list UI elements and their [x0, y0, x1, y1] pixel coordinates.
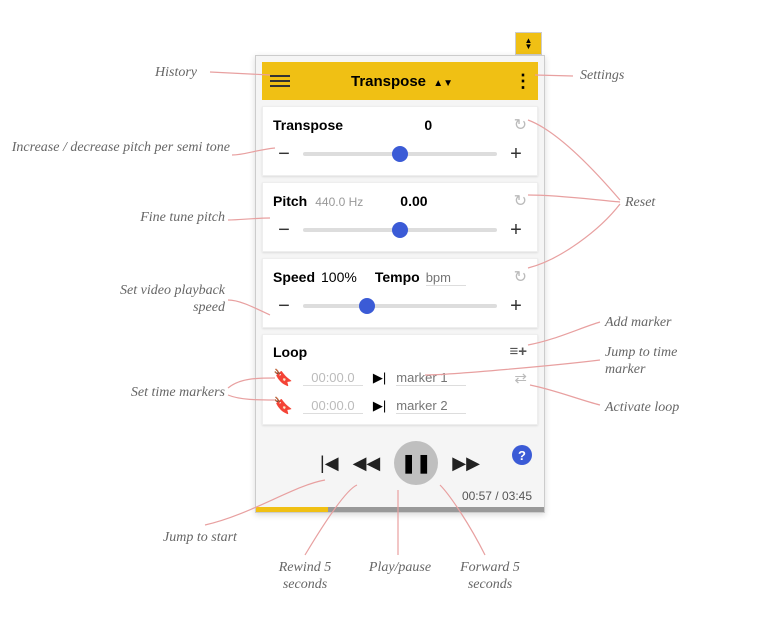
- loop-panel: Loop ≡+ 🔖 ▶| ⇄ 🔖 ▶|: [262, 334, 538, 425]
- pitch-label: Pitch: [273, 193, 307, 209]
- loop-label: Loop: [273, 344, 307, 360]
- reset-icon[interactable]: ↻: [514, 267, 527, 287]
- title-text: Transpose: [351, 73, 426, 90]
- speed-thumb[interactable]: [359, 298, 375, 314]
- forward-button[interactable]: ▶▶: [452, 453, 480, 474]
- pitch-panel: Pitch 440.0 Hz 0.00 ↻ − +: [262, 182, 538, 252]
- transpose-label: Transpose: [273, 117, 343, 133]
- timecode: 00:57 / 03:45: [256, 489, 544, 507]
- ann-set-markers: Set time markers: [95, 385, 225, 402]
- history-icon[interactable]: [270, 71, 290, 91]
- jump-to-marker-icon[interactable]: ▶|: [373, 370, 386, 386]
- marker-time-input[interactable]: [303, 370, 363, 386]
- add-marker-icon[interactable]: ≡+: [509, 343, 527, 360]
- help-button[interactable]: ?: [512, 445, 532, 465]
- pitch-minus-button[interactable]: −: [273, 219, 295, 241]
- pitch-thumb[interactable]: [392, 222, 408, 238]
- ann-reset: Reset: [625, 195, 655, 212]
- ann-settings: Settings: [580, 68, 624, 85]
- title-arrows: ▲▼: [433, 78, 453, 89]
- pitch-plus-button[interactable]: +: [505, 219, 527, 241]
- transpose-panel: Transpose 0 ↻ − +: [262, 106, 538, 176]
- progress-fill: [256, 507, 328, 512]
- ann-activate-loop: Activate loop: [605, 400, 679, 417]
- ann-jump-marker: Jump to time marker: [605, 345, 705, 379]
- transpose-minus-button[interactable]: −: [273, 143, 295, 165]
- transpose-thumb[interactable]: [392, 146, 408, 162]
- speed-plus-button[interactable]: +: [505, 295, 527, 317]
- ann-add-marker: Add marker: [605, 315, 672, 332]
- play-pause-button[interactable]: ❚❚: [394, 441, 438, 485]
- ann-fine-tune: Fine tune pitch: [95, 210, 225, 227]
- marker-name-input[interactable]: [396, 398, 466, 414]
- pitch-value: 0.00: [400, 193, 427, 209]
- transpose-value: 0: [424, 117, 432, 133]
- rewind-button[interactable]: ◀◀: [353, 453, 381, 474]
- speed-minus-button[interactable]: −: [273, 295, 295, 317]
- speed-slider[interactable]: [303, 304, 497, 308]
- settings-icon[interactable]: [514, 71, 530, 92]
- marker-name-input[interactable]: [396, 370, 466, 386]
- tempo-label: Tempo: [375, 269, 420, 285]
- transpose-slider[interactable]: [303, 152, 497, 156]
- loop-activate-icon[interactable]: ⇄: [514, 369, 527, 387]
- reset-icon[interactable]: ↻: [514, 115, 527, 135]
- ann-playback-speed: Set video playback speed: [95, 283, 225, 317]
- marker-row: 🔖 ▶| ⇄: [273, 368, 527, 388]
- jump-to-start-button[interactable]: |◀: [320, 453, 339, 474]
- pitch-hz: 440.0 Hz: [315, 195, 363, 209]
- reset-icon[interactable]: ↻: [514, 191, 527, 211]
- progress-bar[interactable]: [256, 507, 544, 512]
- speed-panel: Speed 100% Tempo ↻ − +: [262, 258, 538, 328]
- marker-row: 🔖 ▶|: [273, 396, 527, 416]
- ann-jump-start: Jump to start: [160, 530, 240, 547]
- speed-label: Speed: [273, 269, 315, 285]
- ann-forward: Forward 5 seconds: [445, 560, 535, 594]
- tempo-input[interactable]: [426, 270, 466, 286]
- jump-to-marker-icon[interactable]: ▶|: [373, 398, 386, 414]
- marker-time-input[interactable]: [303, 398, 363, 414]
- speed-value: 100%: [321, 269, 357, 285]
- pitch-slider[interactable]: [303, 228, 497, 232]
- header-title: Transpose ▲▼: [290, 73, 514, 90]
- header-bar: Transpose ▲▼: [262, 62, 538, 100]
- ann-playpause: Play/pause: [355, 560, 445, 577]
- ann-history: History: [155, 65, 197, 82]
- playback-controls: |◀ ◀◀ ❚❚ ▶▶ ?: [256, 431, 544, 489]
- ann-rewind: Rewind 5 seconds: [265, 560, 345, 594]
- collapse-toggle[interactable]: [515, 32, 542, 55]
- ann-pitch-semi: Increase / decrease pitch per semi tone: [10, 140, 230, 157]
- bookmark-icon[interactable]: 🔖: [273, 368, 293, 388]
- transpose-widget: Transpose ▲▼ Transpose 0 ↻ − + Pitch 440…: [255, 55, 545, 513]
- bookmark-icon[interactable]: 🔖: [273, 396, 293, 416]
- transpose-plus-button[interactable]: +: [505, 143, 527, 165]
